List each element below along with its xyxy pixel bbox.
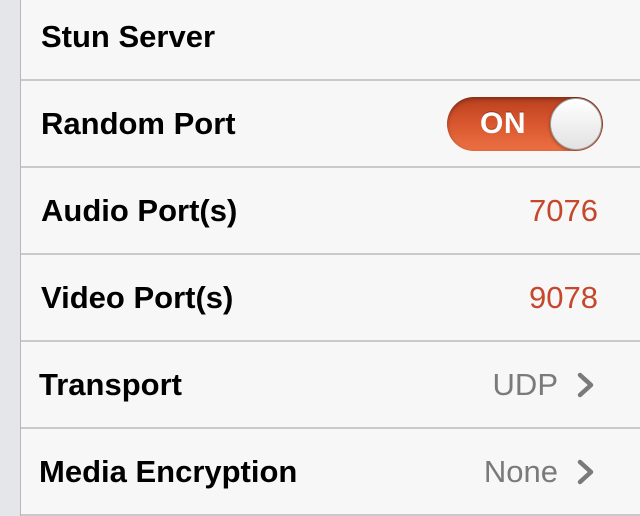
video-ports-row[interactable]: Video Port(s) 9078: [21, 255, 640, 342]
random-port-label: Random Port: [41, 105, 236, 141]
media-encryption-row[interactable]: Media Encryption None: [21, 429, 640, 516]
chevron-right-icon: [577, 372, 594, 397]
audio-ports-value[interactable]: 7076: [529, 193, 598, 229]
audio-ports-row[interactable]: Audio Port(s) 7076: [21, 168, 640, 255]
settings-table: Stun Server Random Port ON Audio Port(s)…: [20, 0, 640, 516]
toggle-on-text: ON: [480, 106, 526, 140]
stun-server-label: Stun Server: [41, 18, 216, 54]
random-port-toggle[interactable]: ON: [447, 96, 603, 151]
transport-value: UDP: [492, 366, 558, 402]
audio-ports-label: Audio Port(s): [41, 192, 238, 228]
media-encryption-value: None: [483, 453, 558, 489]
chevron-right-icon: [577, 459, 594, 484]
media-encryption-label: Media Encryption: [39, 453, 298, 489]
transport-label: Transport: [39, 366, 182, 402]
stun-server-row[interactable]: Stun Server: [21, 0, 640, 81]
transport-row[interactable]: Transport UDP: [21, 342, 640, 429]
toggle-knob[interactable]: [550, 97, 602, 150]
video-ports-value[interactable]: 9078: [529, 280, 598, 316]
video-ports-label: Video Port(s): [41, 279, 234, 315]
random-port-row: Random Port ON: [21, 81, 640, 168]
